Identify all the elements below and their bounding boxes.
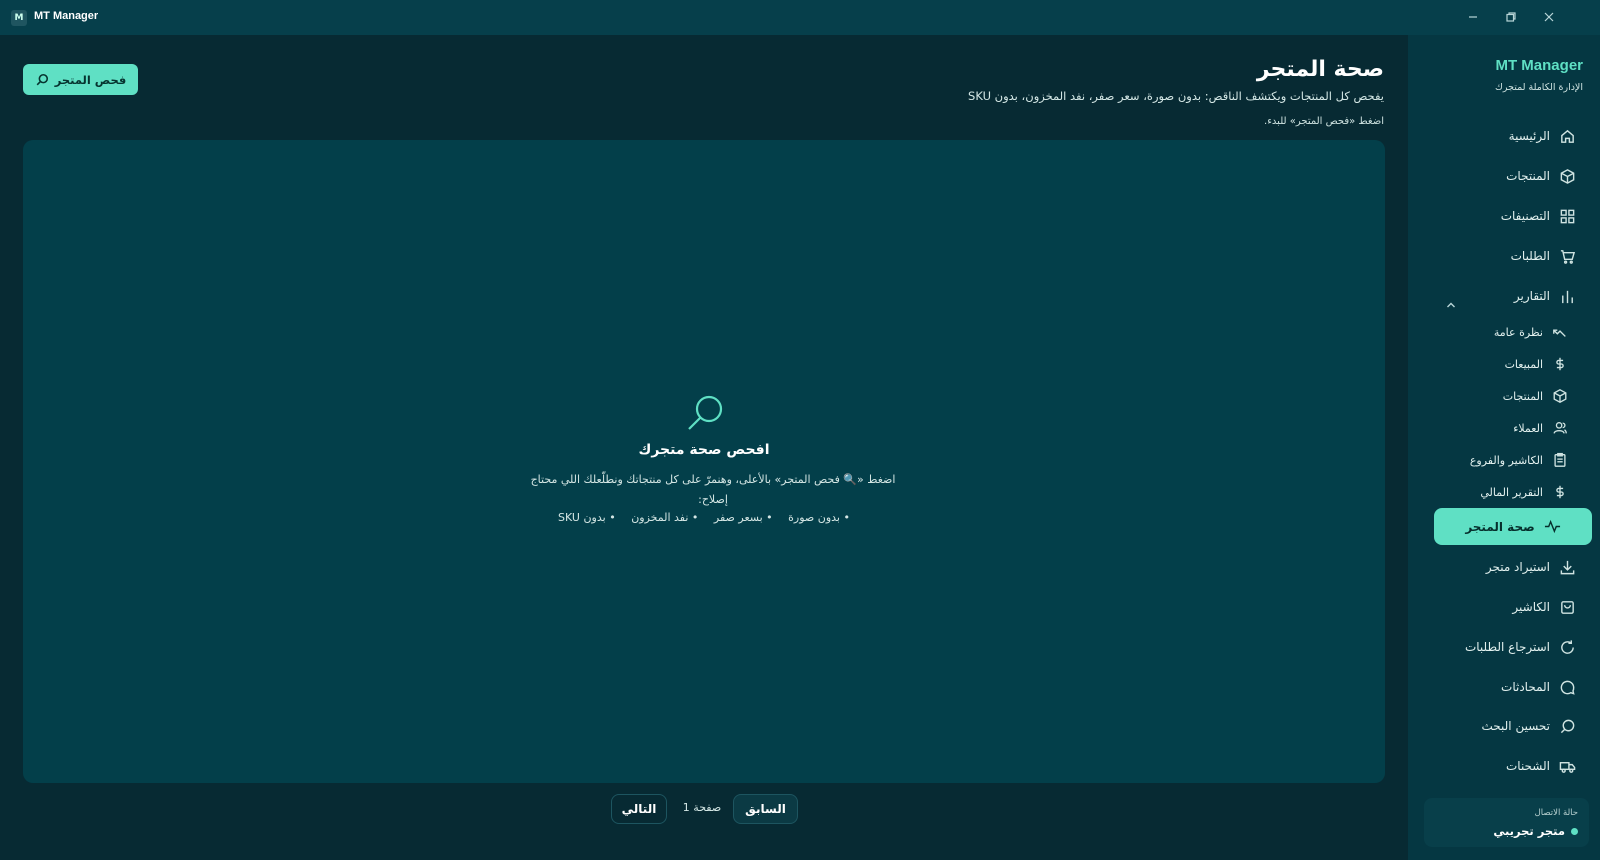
app-logo: M [11, 10, 27, 26]
trend-icon [1553, 329, 1566, 337]
home-icon [1561, 129, 1574, 143]
minimize-icon [1469, 16, 1477, 18]
sidebar-item-label: المحادثات [1501, 680, 1550, 694]
search-icon [36, 73, 48, 85]
sidebar-item-store-health[interactable]: صحة المتجر [1434, 508, 1592, 545]
sidebar-item-label: الكاشير [1512, 600, 1550, 614]
page-subtitle: يفحص كل المنتجات ويكتشف الناقص: بدون صور… [968, 89, 1384, 103]
truck-icon [1559, 761, 1576, 773]
empty-state-title: افحص صحة متجرك [638, 442, 770, 458]
bag-icon [1561, 600, 1574, 614]
sidebar: MT Manager الإدارة الكاملة لمتجرك الرئيس… [1408, 35, 1600, 860]
sidebar-item-conversations[interactable]: المحادثات [1501, 670, 1576, 704]
sidebar-item-overview[interactable]: نظرة عامة [1494, 315, 1568, 349]
connection-status-value: متجر تجريبي [1493, 824, 1578, 838]
scan-store-button[interactable]: فحص المتجر [23, 64, 138, 95]
restore-icon [1506, 12, 1516, 22]
check-item: • بدون صورة [788, 511, 850, 524]
scan-store-label: فحص المتجر [54, 72, 127, 87]
users-icon [1553, 422, 1567, 434]
sidebar-item-label: التصنيفات [1500, 209, 1550, 223]
next-page-button[interactable]: التالي [611, 794, 667, 824]
sidebar-item-categories[interactable]: التصنيفات [1501, 199, 1576, 233]
dollar-icon [1556, 357, 1564, 371]
sidebar-item-label: الرئيسية [1508, 129, 1550, 143]
sidebar-item-label: صحة المتجر [1465, 519, 1535, 534]
box-icon [1560, 168, 1575, 184]
reports-collapse-toggle[interactable] [1445, 296, 1457, 308]
grid-icon [1560, 209, 1575, 223]
sidebar-item-label: المنتجات [1502, 389, 1543, 403]
sidebar-item-home[interactable]: الرئيسية [1509, 119, 1576, 153]
cart-icon [1560, 249, 1576, 264]
sidebar-item-store-import[interactable]: استيراد متجر [1486, 550, 1576, 584]
store-name: متجر تجريبي [1493, 824, 1565, 838]
status-dot-icon [1571, 827, 1578, 835]
page-title: صحة المتجر [1256, 57, 1384, 82]
prev-page-button[interactable]: السابق [733, 794, 798, 824]
sidebar-item-label: المنتجات [1506, 169, 1550, 183]
sidebar-item-label: استيراد متجر [1485, 560, 1550, 574]
box-icon [1553, 389, 1567, 403]
sidebar-item-label: الشحنات [1505, 759, 1550, 773]
connection-status-label: حالة الاتصال [1534, 808, 1578, 818]
sidebar-item-label: تحسين البحث [1481, 719, 1550, 733]
sidebar-item-label: التقرير المالي [1480, 485, 1543, 499]
search-icon [1560, 719, 1575, 733]
sidebar-item-search-optimization[interactable]: تحسين البحث [1481, 709, 1576, 743]
bar-chart-icon [1562, 290, 1573, 303]
sidebar-item-label: العملاء [1513, 421, 1543, 435]
chevron-up-icon [1447, 302, 1455, 308]
search-icon [683, 392, 727, 436]
sidebar-item-label: استرجاع الطلبات [1464, 640, 1550, 654]
main-content: صحة المتجر يفحص كل المنتجات ويكتشف الناق… [0, 35, 1408, 860]
sidebar-item-cashier-branches[interactable]: الكاشير والفروع [1470, 443, 1568, 477]
close-button[interactable] [1539, 7, 1559, 27]
sidebar-item-label: التقارير [1513, 289, 1550, 303]
minimize-button[interactable] [1463, 7, 1483, 27]
close-icon [1544, 12, 1554, 22]
sidebar-item-label: نظرة عامة [1493, 325, 1543, 339]
sidebar-item-sales[interactable]: المبيعات [1505, 347, 1568, 381]
empty-state-description: اضغط «🔍 فحص المتجر» بالأعلى، وهنمرّ على … [530, 473, 896, 506]
refresh-icon [1561, 639, 1574, 654]
pagination: التالي صفحة 1 السابق [0, 794, 1408, 824]
sidebar-item-reports[interactable]: التقارير [1514, 279, 1576, 313]
sidebar-item-label: الكاشير والفروع [1469, 453, 1543, 467]
check-item: • نفد المخزون [631, 511, 699, 524]
check-item: • بدون SKU [558, 511, 616, 524]
dollar-icon [1556, 485, 1564, 499]
sidebar-item-label: الطلبات [1510, 249, 1550, 263]
brand-tagline: الإدارة الكاملة لمتجرك [1495, 82, 1583, 93]
title-bar: M MT Manager [0, 0, 1600, 35]
check-item: • بسعر صفر [713, 511, 773, 524]
app-title: MT Manager [34, 10, 99, 22]
sidebar-item-orders[interactable]: الطلبات [1511, 239, 1576, 273]
sidebar-item-financial-report[interactable]: التقرير المالي [1480, 475, 1568, 509]
page-hint: اضغط «فحص المتجر» للبدء. [1264, 116, 1384, 127]
sidebar-item-cashier[interactable]: الكاشير [1512, 590, 1576, 624]
chat-icon [1560, 680, 1575, 695]
connection-status-card: حالة الاتصال متجر تجريبي [1424, 798, 1589, 847]
sidebar-item-label: المبيعات [1504, 357, 1543, 371]
brand-name: MT Manager [1495, 57, 1583, 74]
pulse-icon [1544, 519, 1560, 534]
sidebar-item-customers[interactable]: العملاء [1513, 411, 1568, 445]
page-indicator: صفحة 1 [682, 801, 722, 814]
sidebar-item-shipments[interactable]: الشحنات [1506, 749, 1576, 783]
empty-state-checks: • بدون صورة • بسعر صفر • نفد المخزون • ب… [23, 511, 1385, 524]
sidebar-item-order-returns[interactable]: استرجاع الطلبات [1465, 630, 1576, 664]
sidebar-item-products[interactable]: المنتجات [1506, 159, 1576, 193]
restore-button[interactable] [1501, 7, 1521, 27]
download-icon [1560, 560, 1575, 574]
clipboard-icon [1554, 452, 1566, 467]
sidebar-item-report-products[interactable]: المنتجات [1503, 379, 1568, 413]
results-panel: افحص صحة متجرك اضغط «🔍 فحص المتجر» بالأع… [23, 140, 1385, 783]
